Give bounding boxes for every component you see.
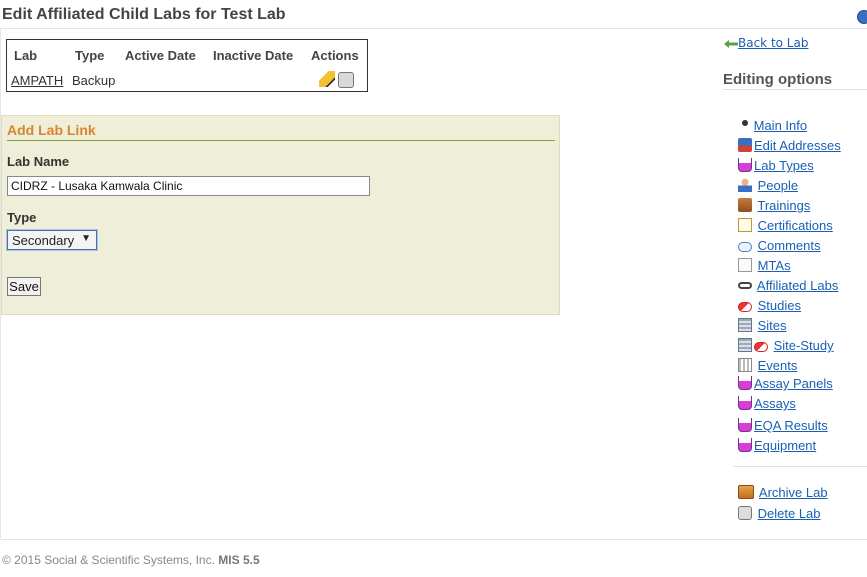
training-icon bbox=[738, 198, 752, 212]
sidebar-item-label: Trainings bbox=[757, 198, 811, 213]
sidebar-item-studies[interactable]: Studies bbox=[738, 298, 801, 313]
column-header-inactive-date: Inactive Date bbox=[213, 48, 294, 63]
sidebar-item-label: People bbox=[757, 178, 799, 193]
table-row-lab-link[interactable]: AMPATH bbox=[11, 73, 63, 88]
pill-icon bbox=[738, 302, 752, 312]
sidebar-divider bbox=[733, 466, 867, 467]
panel-title-underline bbox=[7, 140, 555, 141]
sidebar-item-label: Comments bbox=[757, 238, 821, 253]
building-icon bbox=[738, 338, 752, 352]
building-icon bbox=[738, 318, 752, 332]
flask-icon bbox=[738, 158, 752, 172]
dot-icon bbox=[742, 120, 748, 126]
page-title: Edit Affiliated Child Labs for Test Lab bbox=[2, 6, 286, 23]
sidebar-item-trainings[interactable]: Trainings bbox=[738, 198, 810, 213]
pencil-icon bbox=[319, 71, 335, 87]
sidebar-item-affiliated-labs[interactable]: Affiliated Labs bbox=[738, 278, 838, 293]
pill-icon bbox=[754, 342, 768, 352]
footer-divider bbox=[0, 539, 867, 540]
sidebar-item-lab-types[interactable]: Lab Types bbox=[738, 158, 814, 173]
sidebar-item-label: Events bbox=[757, 358, 798, 373]
lab-name-label: Lab Name bbox=[7, 154, 70, 169]
back-to-lab-label: Back to Lab bbox=[738, 36, 809, 50]
chain-link-icon bbox=[738, 282, 752, 289]
sidebar-item-comments[interactable]: Comments bbox=[738, 238, 820, 253]
column-header-actions: Actions bbox=[311, 48, 359, 63]
type-select-value: Secondary bbox=[12, 233, 75, 248]
copyright-text: © 2015 Social & Scientific Systems, Inc. bbox=[2, 553, 215, 567]
sidebar-item-people[interactable]: People bbox=[738, 178, 798, 193]
type-label: Type bbox=[7, 210, 37, 225]
sidebar-item-label: MTAs bbox=[757, 258, 791, 273]
sidebar-item-assay-panels[interactable]: Assay Panels bbox=[738, 376, 833, 391]
sidebar-item-edit-addresses[interactable]: Edit Addresses bbox=[738, 138, 841, 153]
panel-title: Add Lab Link bbox=[7, 122, 96, 138]
certificate-icon bbox=[738, 218, 752, 232]
header-divider bbox=[0, 28, 867, 29]
truck-icon bbox=[738, 138, 752, 152]
sidebar-item-label: Studies bbox=[757, 298, 801, 313]
archive-lab-label: Archive Lab bbox=[758, 485, 828, 500]
flask-icon bbox=[738, 376, 752, 390]
sidebar-item-sites[interactable]: Sites bbox=[738, 318, 787, 333]
delete-icon bbox=[338, 72, 354, 88]
sidebar-item-label: Assay Panels bbox=[754, 376, 833, 391]
back-arrow-icon bbox=[724, 39, 738, 48]
column-header-type: Type bbox=[75, 48, 105, 63]
sidebar-item-eqa-results[interactable]: EQA Results bbox=[738, 418, 828, 433]
save-button[interactable]: Save bbox=[7, 277, 41, 296]
heading-divider bbox=[723, 89, 867, 90]
dropdown-arrow-icon: ▼ bbox=[81, 233, 91, 244]
flask-icon bbox=[738, 438, 752, 452]
help-icon[interactable] bbox=[857, 10, 867, 24]
edit-row-button[interactable] bbox=[319, 71, 335, 90]
sidebar-item-label: EQA Results bbox=[754, 418, 828, 433]
archive-lab-link[interactable]: Archive Lab bbox=[738, 485, 828, 500]
sidebar-item-certifications[interactable]: Certifications bbox=[738, 218, 833, 233]
sidebar-item-events[interactable]: Events bbox=[738, 358, 797, 373]
column-header-active-date: Active Date bbox=[125, 48, 196, 63]
delete-row-button[interactable] bbox=[338, 72, 354, 91]
sidebar-item-label: Edit Addresses bbox=[754, 138, 841, 153]
sidebar-item-equipment[interactable]: Equipment bbox=[738, 438, 816, 453]
sidebar-item-label: Assays bbox=[754, 396, 796, 411]
delete-lab-link[interactable]: Delete Lab bbox=[738, 506, 821, 521]
sidebar-item-label: Certifications bbox=[757, 218, 833, 233]
sidebar-item-label: Main Info bbox=[753, 118, 808, 133]
sidebar-item-label: Lab Types bbox=[754, 158, 814, 173]
document-icon bbox=[738, 258, 752, 272]
sidebar-item-site-study[interactable]: Site-Study bbox=[738, 338, 834, 353]
sidebar-item-label: Affiliated Labs bbox=[756, 278, 839, 293]
affiliated-labs-table: Lab Type Active Date Inactive Date Actio… bbox=[6, 39, 368, 92]
flask-icon bbox=[738, 418, 752, 432]
person-icon bbox=[738, 178, 752, 192]
editing-options-heading: Editing options bbox=[723, 71, 833, 88]
lab-name-input[interactable] bbox=[7, 176, 370, 196]
sidebar-item-main-info[interactable]: Main Info bbox=[738, 118, 807, 133]
version-text: MIS 5.5 bbox=[218, 553, 260, 567]
flask-icon bbox=[738, 396, 752, 410]
sidebar-item-assays[interactable]: Assays bbox=[738, 396, 796, 411]
type-select[interactable]: Secondary ▼ bbox=[7, 230, 97, 250]
delete-lab-label: Delete Lab bbox=[757, 506, 821, 521]
sidebar-item-label: Equipment bbox=[754, 438, 817, 453]
column-header-lab: Lab bbox=[14, 48, 38, 63]
sidebar-item-label: Sites bbox=[757, 318, 787, 333]
speech-bubble-icon bbox=[738, 242, 752, 252]
archive-box-icon bbox=[738, 485, 754, 499]
table-row-type: Backup bbox=[72, 73, 116, 88]
test-tubes-icon bbox=[738, 358, 752, 372]
add-lab-link-panel: Add Lab Link Lab Name Type Secondary ▼ S… bbox=[1, 115, 560, 315]
footer: © 2015 Social & Scientific Systems, Inc.… bbox=[2, 553, 260, 567]
sidebar-item-label: Site-Study bbox=[773, 338, 834, 353]
delete-icon bbox=[738, 506, 752, 520]
back-to-lab-link[interactable]: Back to Lab bbox=[724, 36, 808, 50]
sidebar-item-mtas[interactable]: MTAs bbox=[738, 258, 791, 273]
